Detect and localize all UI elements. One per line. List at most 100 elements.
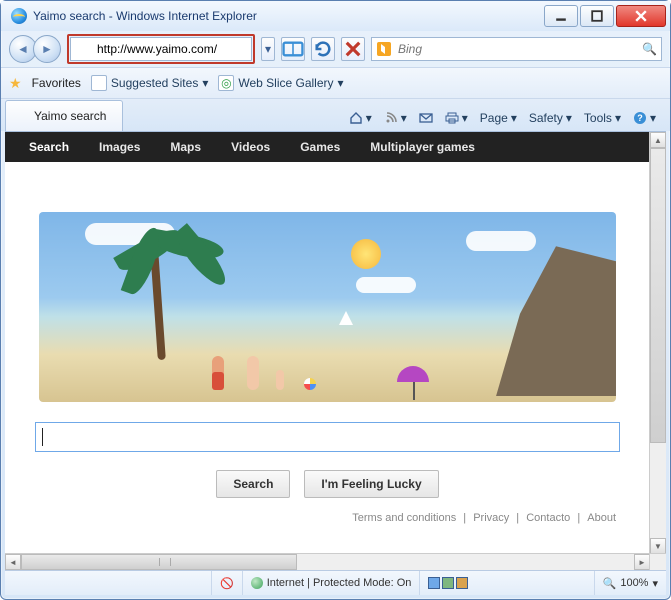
webslice-icon: ◎ <box>218 75 234 91</box>
site-nav: Search Images Maps Videos Games Multipla… <box>5 132 650 162</box>
suggested-sites-label: Suggested Sites <box>111 76 198 90</box>
suggested-sites-icon <box>91 75 107 91</box>
svg-text:?: ? <box>637 113 643 123</box>
browser-viewport-frame: Search Images Maps Videos Games Multipla… <box>5 131 666 570</box>
compat-view-button[interactable] <box>281 37 305 61</box>
scroll-right-button[interactable]: ► <box>634 554 650 570</box>
nav-multiplayer[interactable]: Multiplayer games <box>370 140 475 154</box>
address-input[interactable] <box>95 41 239 57</box>
status-addons[interactable] <box>419 571 476 595</box>
nav-search[interactable]: Search <box>29 140 69 154</box>
zoom-control[interactable]: 🔍 100% ▾ <box>594 571 666 595</box>
vscroll-thumb[interactable] <box>650 148 666 443</box>
tab-title: Yaimo search <box>34 109 106 123</box>
scroll-left-button[interactable]: ◄ <box>5 554 21 570</box>
maximize-button[interactable] <box>580 5 614 27</box>
footer-contacto[interactable]: Contacto <box>526 512 570 524</box>
nav-games[interactable]: Games <box>300 140 340 154</box>
doodle-image <box>39 212 616 402</box>
page-favicon-icon <box>76 42 90 56</box>
main-search-input[interactable] <box>35 422 620 452</box>
safety-menu-label: Safety <box>529 111 563 125</box>
favorites-bar: ★ Favorites Suggested Sites ▾ ◎ Web Slic… <box>1 67 670 99</box>
navigation-toolbar: ◄ ► ▾ 🔍 <box>1 31 670 67</box>
nav-images[interactable]: Images <box>99 140 140 154</box>
nav-videos[interactable]: Videos <box>231 140 270 154</box>
footer-terms[interactable]: Terms and conditions <box>352 512 456 524</box>
sailboat-icon <box>339 311 353 325</box>
refresh-button[interactable] <box>311 37 335 61</box>
provider-search-input[interactable] <box>396 41 642 57</box>
search-button[interactable]: Search <box>216 470 290 498</box>
cloud-icon <box>356 277 416 293</box>
home-button[interactable]: ▾ <box>345 109 376 127</box>
page-menu[interactable]: Page ▾ <box>476 109 521 127</box>
stop-button[interactable] <box>341 37 365 61</box>
text-cursor-icon <box>42 428 43 446</box>
tools-menu[interactable]: Tools ▾ <box>580 109 625 127</box>
umbrella-icon <box>397 366 429 382</box>
feeds-button[interactable]: ▾ <box>380 109 411 127</box>
address-bar[interactable] <box>70 37 252 61</box>
scroll-corner <box>649 553 666 570</box>
safety-menu[interactable]: Safety ▾ <box>525 109 576 127</box>
search-go-icon[interactable]: 🔍 <box>642 42 657 56</box>
person-icon <box>247 356 259 390</box>
zoom-value: 100% <box>620 577 648 589</box>
webslice-label: Web Slice Gallery <box>238 76 333 90</box>
footer-about[interactable]: About <box>587 512 616 524</box>
fav-suggested-sites[interactable]: Suggested Sites ▾ <box>91 75 208 91</box>
search-provider-box[interactable]: 🔍 <box>371 37 662 61</box>
titlebar: Yaimo search - Windows Internet Explorer <box>1 1 670 31</box>
print-button[interactable]: ▾ <box>441 109 472 127</box>
lucky-button[interactable]: I'm Feeling Lucky <box>304 470 438 498</box>
chevron-down-icon: ▾ <box>652 577 658 590</box>
ie-logo-icon <box>11 8 27 24</box>
cloud-icon <box>466 231 536 251</box>
active-tab[interactable]: Yaimo search <box>5 100 123 131</box>
address-dropdown-button[interactable]: ▾ <box>261 37 275 61</box>
tab-favicon-icon <box>14 109 28 123</box>
person-icon <box>276 370 284 390</box>
page-menu-label: Page <box>480 111 508 125</box>
scroll-up-button[interactable]: ▲ <box>650 132 666 148</box>
fav-web-slice[interactable]: ◎ Web Slice Gallery ▾ <box>218 75 343 91</box>
footer-privacy[interactable]: Privacy <box>473 512 509 524</box>
command-bar: ▾ ▾ ▾ Page ▾ Safety ▾ Tools ▾ ?▾ <box>345 109 666 131</box>
scroll-down-button[interactable]: ▼ <box>650 538 666 554</box>
hscroll-thumb[interactable] <box>21 554 297 570</box>
chevron-down-icon: ▾ <box>202 76 208 90</box>
sun-icon <box>351 239 381 269</box>
horizontal-scrollbar[interactable]: ◄ ► <box>5 553 650 570</box>
tools-menu-label: Tools <box>584 111 612 125</box>
help-button[interactable]: ?▾ <box>629 109 660 127</box>
popup-blocker-icon[interactable]: 🚫 <box>211 571 242 595</box>
address-highlight <box>67 34 255 64</box>
zone-text: Internet | Protected Mode: On <box>267 577 412 589</box>
favorites-label[interactable]: Favorites <box>32 76 81 90</box>
status-bar: 🚫 Internet | Protected Mode: On 🔍 100% ▾ <box>5 570 666 595</box>
palm-trunk-icon <box>151 250 167 360</box>
readmail-button[interactable] <box>415 109 437 127</box>
close-button[interactable] <box>616 5 666 27</box>
chevron-down-icon: ▾ <box>338 76 344 90</box>
app-window: Yaimo search - Windows Internet Explorer… <box>0 0 671 600</box>
palm-leaf-icon <box>170 223 232 291</box>
zoom-icon: 🔍 <box>603 577 617 590</box>
bing-icon <box>377 42 391 56</box>
person-icon <box>212 356 224 390</box>
security-zone[interactable]: Internet | Protected Mode: On <box>242 571 420 595</box>
window-title: Yaimo search - Windows Internet Explorer <box>33 9 544 23</box>
page-viewport: Search Images Maps Videos Games Multipla… <box>5 132 650 554</box>
cliff-icon <box>496 246 616 396</box>
site-footer-links: Terms and conditions | Privacy | Contact… <box>5 508 650 528</box>
nav-maps[interactable]: Maps <box>170 140 201 154</box>
tab-strip: Yaimo search ▾ ▾ ▾ Page ▾ Safety ▾ Tools… <box>1 99 670 131</box>
favorites-star-icon[interactable]: ★ <box>9 75 22 92</box>
addon-icons <box>428 577 468 589</box>
status-message <box>5 571 211 595</box>
globe-icon <box>251 577 263 589</box>
minimize-button[interactable] <box>544 5 578 27</box>
vertical-scrollbar[interactable]: ▲ ▼ <box>649 132 666 554</box>
forward-button[interactable]: ► <box>33 35 61 63</box>
